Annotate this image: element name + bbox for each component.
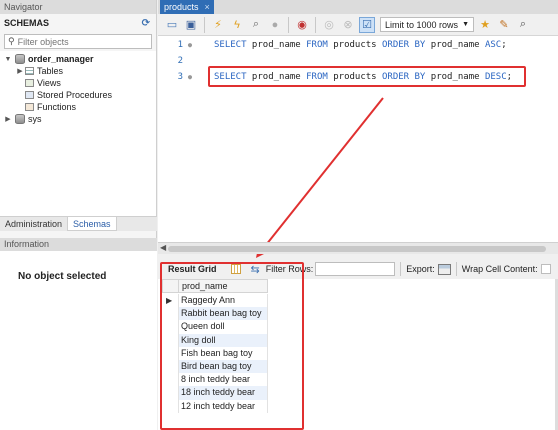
commit-icon[interactable]: ◎	[321, 17, 337, 33]
execute-current-icon[interactable]: ϟ	[229, 17, 245, 33]
line-number: 1	[177, 40, 183, 50]
filter-objects-box[interactable]: ⚲	[4, 34, 152, 49]
highlight-query-box	[208, 66, 526, 87]
navigator-panel: Navigator SCHEMAS ⟳ ⚲ ▼ order_manager ▶ …	[0, 0, 157, 430]
export-icon[interactable]	[437, 263, 451, 275]
navigator-tabs: Administration Schemas	[0, 216, 157, 231]
database-icon	[15, 54, 25, 64]
query-pane: products × ▭ ▣ ⚡ ϟ ⌕ ● ◉ ◎ ⊗ ☑ Limit to …	[158, 0, 558, 430]
tree-item-order-manager[interactable]: ▼ order_manager	[0, 53, 156, 65]
tab-administration[interactable]: Administration	[0, 217, 67, 231]
code-text: SELECT prod_name FROM products ORDER BY …	[214, 40, 507, 50]
rollback-icon[interactable]: ⊗	[340, 17, 356, 33]
stop-icon[interactable]: ●	[267, 17, 283, 33]
add-bookmark-icon[interactable]: ★	[477, 17, 493, 33]
save-icon[interactable]: ▣	[183, 17, 199, 33]
toolbar-separator	[315, 16, 316, 33]
tables-icon	[25, 67, 34, 75]
sql-keyword: ASC	[484, 40, 502, 50]
toolbar-separator	[204, 16, 205, 33]
wrap-cell-icon[interactable]	[540, 264, 551, 274]
scrollbar-thumb[interactable]	[168, 246, 546, 252]
export-label: Export:	[406, 264, 435, 274]
views-icon	[25, 79, 34, 87]
tree-item-label: sys	[28, 114, 42, 124]
find-icon[interactable]: ⌕	[515, 17, 531, 33]
tree-item-label: Tables	[37, 66, 64, 76]
open-file-icon[interactable]: ▭	[164, 17, 180, 33]
tab-label: products	[164, 2, 199, 12]
close-tab-icon[interactable]: ×	[205, 0, 210, 14]
tab-schemas[interactable]: Schemas	[67, 217, 117, 231]
editor-line: 2	[158, 54, 203, 68]
sql-identifier: prod_name	[425, 40, 485, 50]
result-grid: prod_name ▶ Raggedy Ann Rabbit bean bag t…	[158, 262, 558, 430]
editor-line: 1 ● SELECT prod_name FROM products ORDER…	[158, 38, 507, 52]
tree-item-label: Stored Procedures	[37, 90, 113, 100]
toolbar-separator	[455, 262, 457, 276]
line-marker-icon: ●	[187, 73, 193, 81]
tree-item-label: Views	[37, 78, 61, 88]
sql-identifier: prod_name	[246, 40, 307, 50]
schemas-header: SCHEMAS ⟳	[0, 14, 156, 32]
sql-keyword: ORDER BY	[382, 40, 426, 50]
sql-identifier: ;	[501, 40, 507, 50]
information-panel: No object selected	[0, 251, 157, 430]
limit-rows-value: Limit to 1000 rows	[385, 19, 459, 30]
limit-rows-select[interactable]: Limit to 1000 rows ▼	[380, 17, 474, 32]
highlight-results-box	[160, 262, 304, 430]
sql-editor[interactable]: 1 ● SELECT prod_name FROM products ORDER…	[158, 36, 558, 258]
execute-icon[interactable]: ⚡	[210, 17, 226, 33]
line-number: 2	[177, 56, 183, 66]
line-number: 3	[177, 72, 183, 82]
refresh-schemas-icon[interactable]: ⟳	[142, 18, 150, 29]
autocommit-toggle-icon[interactable]: ☑	[359, 16, 375, 33]
schemas-label: SCHEMAS	[4, 18, 50, 28]
no-object-selected-text: No object selected	[18, 271, 107, 282]
sql-keyword: SELECT	[214, 40, 247, 50]
query-toolbar: ▭ ▣ ⚡ ϟ ⌕ ● ◉ ◎ ⊗ ☑ Limit to 1000 rows ▼…	[158, 14, 558, 36]
tree-item-views[interactable]: Views	[0, 77, 156, 89]
filter-rows-input[interactable]	[315, 262, 396, 276]
query-tabbar: products ×	[158, 0, 558, 14]
sql-identifier: products	[327, 40, 382, 50]
toolbar-separator	[288, 16, 289, 33]
toggle-error-icon[interactable]: ◉	[294, 17, 310, 33]
filter-objects-input[interactable]	[17, 36, 148, 47]
tree-item-functions[interactable]: Functions	[0, 101, 156, 113]
sql-keyword: FROM	[306, 40, 328, 50]
tree-item-label: Functions	[37, 102, 77, 112]
tree-item-sys[interactable]: ▶ sys	[0, 113, 156, 125]
navigator-title: Navigator	[0, 0, 156, 14]
stored-procedures-icon	[25, 91, 34, 99]
functions-icon	[25, 103, 34, 111]
editor-horizontal-scrollbar[interactable]: ◀	[158, 242, 558, 254]
database-icon	[15, 114, 25, 124]
scroll-left-icon[interactable]: ◀	[160, 243, 166, 252]
line-marker-icon: ●	[187, 41, 193, 49]
search-icon: ⚲	[8, 36, 15, 46]
explain-icon[interactable]: ⌕	[248, 17, 264, 33]
toolbar-separator	[400, 262, 402, 276]
schema-tree: ▼ order_manager ▶ Tables Views Stored Pr…	[0, 51, 156, 219]
expand-triangle-icon[interactable]: ▼	[4, 56, 12, 63]
tree-item-label: order_manager	[28, 54, 94, 64]
collapse-triangle-icon[interactable]: ▶	[4, 115, 12, 123]
arrow-line	[261, 97, 384, 251]
tab-products[interactable]: products ×	[160, 0, 214, 14]
tree-item-stored-procedures[interactable]: Stored Procedures	[0, 89, 156, 101]
tree-item-tables[interactable]: ▶ Tables	[0, 65, 156, 77]
beautify-icon[interactable]: ✎	[496, 17, 512, 33]
wrap-cell-label: Wrap Cell Content:	[461, 264, 538, 274]
information-title: Information	[0, 238, 157, 251]
chevron-down-icon: ▼	[462, 21, 469, 28]
collapse-triangle-icon[interactable]: ▶	[16, 67, 24, 75]
